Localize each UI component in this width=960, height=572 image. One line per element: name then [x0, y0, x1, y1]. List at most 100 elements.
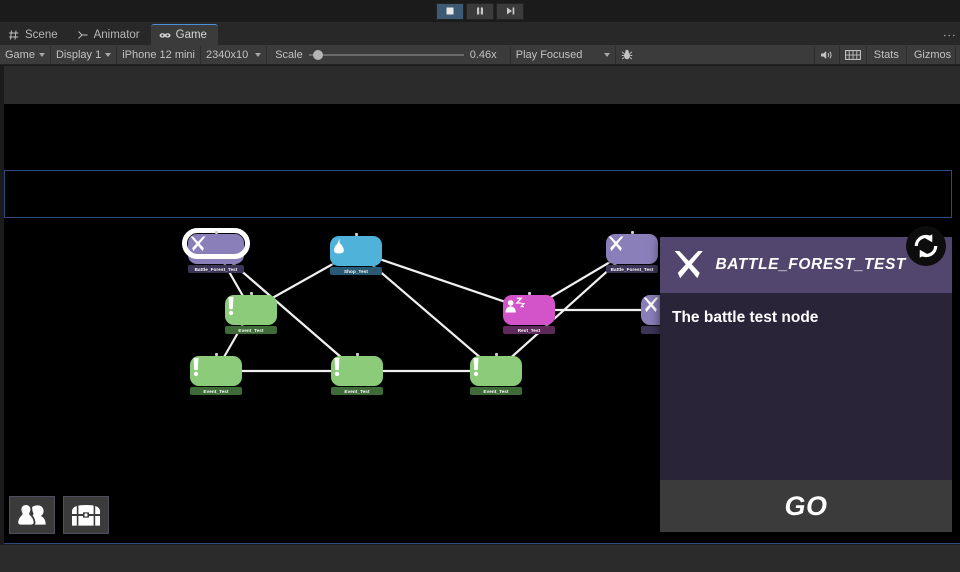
- grid-overlay-icon: [844, 49, 861, 60]
- refresh-icon: [914, 234, 938, 258]
- chevron-down-icon: [603, 52, 610, 57]
- graph-node[interactable]: Event_Test: [470, 353, 522, 395]
- speaker-icon: [820, 50, 832, 59]
- dialog-footer: GO: [660, 480, 952, 532]
- node-body[interactable]: [225, 295, 277, 325]
- graph-node[interactable]: Event_Test: [331, 353, 383, 395]
- refresh-button[interactable]: [906, 226, 946, 266]
- play-mode-dropdown[interactable]: Play Focused: [509, 45, 615, 64]
- graph-node[interactable]: Battle_Forest_Test: [606, 231, 658, 273]
- node-body[interactable]: [503, 295, 555, 325]
- resolution-label: 2340x10: [206, 48, 249, 61]
- node-body[interactable]: [606, 234, 658, 264]
- node-label: Shop_Test: [330, 267, 382, 275]
- node-body[interactable]: [331, 356, 383, 386]
- node-body[interactable]: [190, 356, 242, 386]
- exclamation-icon: [473, 357, 479, 377]
- graph-node[interactable]: Rest_Test: [503, 292, 555, 334]
- go-button[interactable]: GO: [784, 491, 827, 522]
- play-mode-label: Play Focused: [515, 48, 583, 61]
- device-label-item[interactable]: iPhone 12 mini: [117, 45, 201, 64]
- node-body[interactable]: [188, 234, 244, 264]
- chevron-down-icon: [38, 52, 45, 57]
- gamepad-icon: [159, 33, 171, 38]
- crossed-swords-icon: [643, 297, 659, 313]
- graph-node[interactable]: Event_Test: [225, 292, 277, 334]
- node-connector-pip: [214, 353, 218, 356]
- mute-audio-button[interactable]: [813, 45, 839, 64]
- gizmos-dropdown[interactable]: [955, 45, 960, 64]
- tab-label: Game: [175, 29, 207, 41]
- resolution-dropdown[interactable]: 2340x10: [201, 45, 268, 64]
- crossed-swords-icon: [190, 236, 206, 252]
- scale-value: 0.46x: [469, 48, 497, 61]
- node-connector-pip: [630, 231, 634, 234]
- node-label: Battle_Forest_Test: [606, 265, 658, 273]
- scale-slider[interactable]: [308, 49, 464, 61]
- display-dropdown[interactable]: Display 1: [51, 45, 118, 64]
- inventory-button[interactable]: [63, 496, 109, 534]
- debug-button[interactable]: [614, 45, 639, 64]
- node-connector-pip: [494, 353, 498, 356]
- tab-scene[interactable]: Scene: [0, 24, 69, 45]
- node-label: Event_Test: [225, 326, 277, 334]
- view-mode-dropdown[interactable]: Game: [0, 45, 51, 64]
- aspect-overlay-button[interactable]: [838, 45, 866, 64]
- node-body[interactable]: [330, 236, 382, 266]
- tab-animator[interactable]: Animator: [69, 24, 151, 45]
- dialog-body-text: The battle test node: [672, 309, 819, 326]
- tab-label: Animator: [93, 28, 140, 41]
- graph-node[interactable]: Shop_Test: [330, 233, 382, 275]
- stop-icon: [446, 7, 454, 15]
- editor-footer: [0, 545, 960, 572]
- step-button[interactable]: [496, 2, 524, 20]
- node-label: Event_Test: [190, 387, 242, 395]
- game-render-view[interactable]: Battle_Forest_Test Shop_Test Event_Test Eve…: [0, 66, 960, 544]
- dialog-body: The battle test node: [660, 293, 952, 480]
- node-connector-pip: [249, 292, 253, 295]
- party-button[interactable]: [9, 496, 55, 534]
- tab-overflow-menu[interactable]: ⋮: [942, 29, 957, 42]
- stats-button[interactable]: Stats: [865, 45, 906, 64]
- slider-knob[interactable]: [312, 49, 323, 60]
- step-forward-icon: [506, 7, 514, 15]
- exclamation-icon: [193, 357, 199, 377]
- exclamation-icon: [334, 357, 340, 377]
- node-label: Rest_Test: [503, 326, 555, 334]
- display-label: Display 1: [55, 48, 102, 61]
- gizmos-button[interactable]: Gizmos: [905, 45, 955, 64]
- crossed-swords-icon: [674, 250, 703, 279]
- scale-label: Scale: [275, 48, 303, 61]
- slider-track: [308, 53, 464, 56]
- party-icon: [18, 505, 46, 525]
- graph-node[interactable]: Event_Test: [190, 353, 242, 395]
- tab-strip: Scene Animator Game ⋮: [0, 22, 960, 45]
- game-bottom-toolbar: [9, 496, 109, 534]
- unity-editor-window: Scene Animator Game ⋮ Game Display 1 iPh…: [0, 0, 960, 572]
- node-connector-pip: [354, 233, 358, 236]
- rest-sleep-icon: [505, 297, 525, 313]
- toolbar-right-group: Play Focused Stats Gizmos: [509, 45, 960, 64]
- node-label: Event_Test: [331, 387, 383, 395]
- node-info-dialog[interactable]: BATTLE_FOREST_TEST The battle test node …: [660, 237, 952, 532]
- shop-bag-icon: [334, 238, 344, 254]
- playback-toolbar: [0, 0, 960, 22]
- grid-icon: [9, 29, 19, 40]
- game-toolbar: Game Display 1 iPhone 12 mini 2340x10 Sc…: [0, 45, 960, 65]
- play-stop-button[interactable]: [436, 2, 464, 20]
- node-label: Event_Test: [470, 387, 522, 395]
- pause-icon: [477, 7, 483, 15]
- left-rail: [0, 66, 4, 544]
- crossed-swords-icon: [608, 236, 624, 252]
- chest-icon: [72, 504, 100, 526]
- node-label: Battle_Forest_Test: [188, 265, 244, 273]
- node-connector-pip: [355, 353, 359, 356]
- node-connector-pip: [527, 292, 531, 295]
- bug-icon: [621, 49, 633, 59]
- scale-control: Scale 0.46x: [267, 49, 510, 61]
- node-body[interactable]: [470, 356, 522, 386]
- pause-button[interactable]: [466, 2, 494, 20]
- tab-game[interactable]: Game: [150, 24, 218, 45]
- graph-node[interactable]: Battle_Forest_Test: [182, 228, 250, 273]
- chevron-down-icon: [105, 52, 112, 57]
